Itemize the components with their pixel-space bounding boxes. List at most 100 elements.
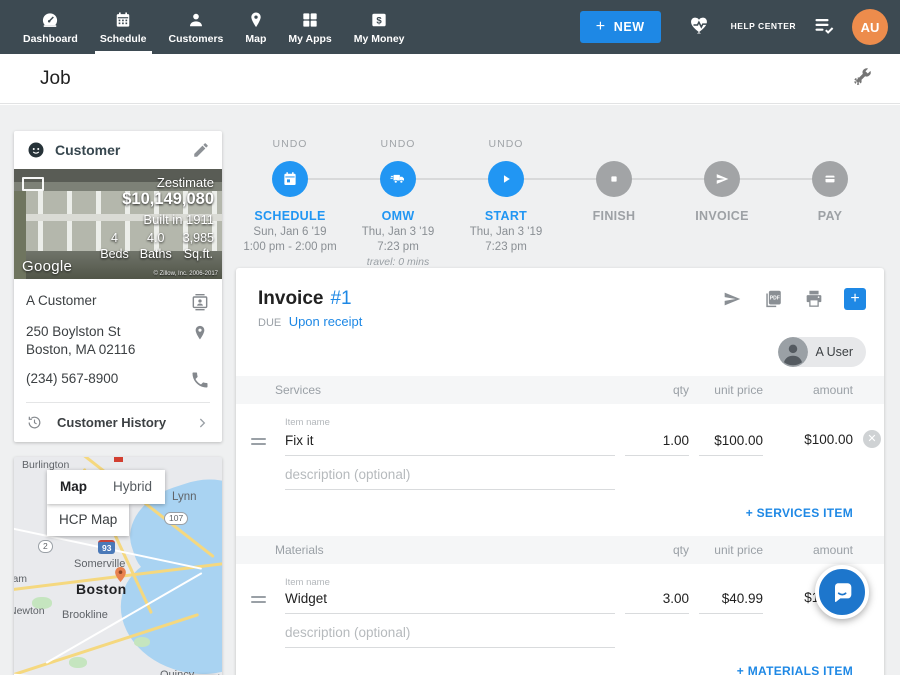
streetview-flag-icon[interactable] bbox=[22, 177, 44, 191]
built-year: Built in 1911 bbox=[143, 212, 214, 227]
step-label[interactable]: PAY bbox=[776, 209, 884, 223]
step-label[interactable]: START bbox=[452, 209, 560, 223]
undo-link[interactable]: UNDO bbox=[344, 131, 452, 153]
materials-description-row: description (optional) bbox=[236, 625, 884, 648]
send-invoice-button[interactable] bbox=[721, 288, 743, 310]
map-marker-red bbox=[114, 457, 123, 462]
nav-item-my-apps[interactable]: My Apps bbox=[277, 0, 342, 54]
customer-address-row: 250 Boylston StBoston, MA 02116 bbox=[26, 312, 210, 359]
phone-icon[interactable] bbox=[190, 370, 210, 390]
tasks-icon bbox=[812, 13, 836, 37]
location-pin-icon[interactable] bbox=[190, 323, 210, 343]
new-button[interactable]: + NEW bbox=[580, 11, 661, 43]
route-93-shield: 93 bbox=[98, 540, 115, 554]
new-button-label: NEW bbox=[614, 20, 645, 34]
start-step-button[interactable] bbox=[488, 161, 524, 197]
undo-link[interactable]: UNDO bbox=[236, 131, 344, 153]
undo-spacer bbox=[560, 131, 668, 153]
baths-label: Baths bbox=[140, 246, 172, 262]
printer-icon bbox=[803, 288, 825, 310]
omw-step-button[interactable] bbox=[380, 161, 416, 197]
nav-item-schedule[interactable]: Schedule bbox=[89, 0, 158, 54]
services-section-header: Services qty unit price amount bbox=[236, 376, 884, 404]
nav-right-cluster: + NEW HELP CENTER AU bbox=[580, 0, 888, 54]
nav-label: Map bbox=[245, 33, 266, 45]
map-park bbox=[134, 637, 150, 647]
plus-icon: + bbox=[596, 18, 606, 36]
map-type-hybrid-button[interactable]: Hybrid bbox=[100, 470, 165, 504]
user-avatar[interactable]: AU bbox=[852, 9, 888, 45]
undo-spacer bbox=[776, 131, 884, 153]
print-button[interactable] bbox=[803, 288, 825, 310]
assignee-name: A User bbox=[815, 345, 853, 359]
add-materials-item-link[interactable]: + MATERIALS ITEM bbox=[737, 664, 853, 675]
customer-card-header: Customer bbox=[14, 131, 222, 169]
health-button[interactable] bbox=[689, 13, 713, 42]
service-qty-input[interactable]: 1.00 bbox=[625, 433, 689, 456]
nav-label: Dashboard bbox=[23, 33, 78, 45]
step-label[interactable]: INVOICE bbox=[668, 209, 776, 223]
services-header-label: Services bbox=[251, 383, 615, 397]
step-time: 1:00 pm - 2:00 pm bbox=[243, 241, 336, 253]
add-invoice-button[interactable]: + bbox=[844, 288, 866, 310]
nav-item-my-money[interactable]: $ My Money bbox=[343, 0, 416, 54]
amount-column-header: amount bbox=[773, 383, 853, 397]
assignee-chip[interactable]: A User bbox=[778, 337, 866, 367]
materials-item-row: Widget 3.00 $40.99 $122.97 bbox=[236, 590, 884, 614]
svg-text:PDF: PDF bbox=[770, 296, 780, 302]
service-unit-price-input[interactable]: $100.00 bbox=[699, 433, 763, 456]
hcp-map-button[interactable]: HCP Map bbox=[47, 504, 129, 536]
material-description-input[interactable]: description (optional) bbox=[285, 625, 615, 648]
services-description-row: description (optional) bbox=[236, 467, 884, 490]
help-center-button[interactable]: HELP CENTER bbox=[731, 21, 796, 32]
job-settings-button[interactable] bbox=[851, 65, 874, 93]
nav-item-customers[interactable]: Customers bbox=[158, 0, 235, 54]
customer-history-label: Customer History bbox=[57, 415, 194, 430]
service-item-name-input[interactable]: Fix it bbox=[285, 433, 615, 456]
svg-text:$: $ bbox=[376, 15, 382, 26]
stop-icon bbox=[605, 170, 623, 188]
customer-history-row[interactable]: Customer History bbox=[26, 402, 210, 442]
undo-link[interactable]: UNDO bbox=[452, 131, 560, 153]
materials-header-label: Materials bbox=[251, 543, 615, 557]
step-label[interactable]: FINISH bbox=[560, 209, 668, 223]
nav-item-map[interactable]: Map bbox=[234, 0, 277, 54]
remove-item-icon[interactable]: ✕ bbox=[863, 430, 881, 448]
drag-handle-icon[interactable] bbox=[251, 596, 266, 614]
sqft-label: Sq.ft. bbox=[184, 246, 213, 262]
invoice-step-button[interactable] bbox=[704, 161, 740, 197]
material-item-name-input[interactable]: Widget bbox=[285, 591, 615, 614]
nav-label: My Money bbox=[354, 33, 405, 45]
add-materials-row: + MATERIALS ITEM bbox=[236, 648, 884, 675]
customer-face-icon bbox=[26, 140, 46, 160]
edit-pencil-icon[interactable] bbox=[192, 141, 210, 159]
contact-card-icon[interactable] bbox=[190, 292, 210, 312]
pdf-button[interactable]: PDF bbox=[762, 288, 784, 310]
sqft-value: 3,985 bbox=[183, 230, 214, 246]
customer-card-title: Customer bbox=[55, 142, 192, 158]
chat-button[interactable] bbox=[815, 565, 869, 619]
tasks-button[interactable] bbox=[812, 13, 836, 42]
due-value[interactable]: Upon receipt bbox=[289, 314, 363, 329]
wrench-gear-icon bbox=[851, 65, 874, 88]
material-qty-input[interactable]: 3.00 bbox=[625, 591, 689, 614]
nav-item-dashboard[interactable]: Dashboard bbox=[12, 0, 89, 54]
step-time: 7:23 pm bbox=[485, 241, 527, 253]
step-label[interactable]: SCHEDULE bbox=[236, 209, 344, 223]
nav-label: My Apps bbox=[288, 33, 331, 45]
service-description-input[interactable]: description (optional) bbox=[285, 467, 615, 490]
schedule-step-button[interactable] bbox=[272, 161, 308, 197]
pay-step-button[interactable] bbox=[812, 161, 848, 197]
drag-handle-icon[interactable] bbox=[251, 438, 266, 456]
map-type-map-button[interactable]: Map bbox=[47, 470, 100, 504]
finish-step-button[interactable] bbox=[596, 161, 632, 197]
invoice-number[interactable]: #1 bbox=[330, 288, 351, 310]
add-services-item-link[interactable]: + SERVICES ITEM bbox=[746, 506, 853, 520]
material-unit-price-input[interactable]: $40.99 bbox=[699, 591, 763, 614]
map-card[interactable]: Burlington Lynn 107 2 93 Somerville Walt… bbox=[14, 457, 222, 675]
step-time: 7:23 pm bbox=[377, 241, 419, 253]
send-icon bbox=[721, 288, 743, 310]
page-header: Job bbox=[0, 54, 900, 104]
step-label[interactable]: OMW bbox=[344, 209, 452, 223]
property-photo[interactable]: Zestimate $10,149,080 Built in 1911 4Bed… bbox=[14, 169, 222, 279]
